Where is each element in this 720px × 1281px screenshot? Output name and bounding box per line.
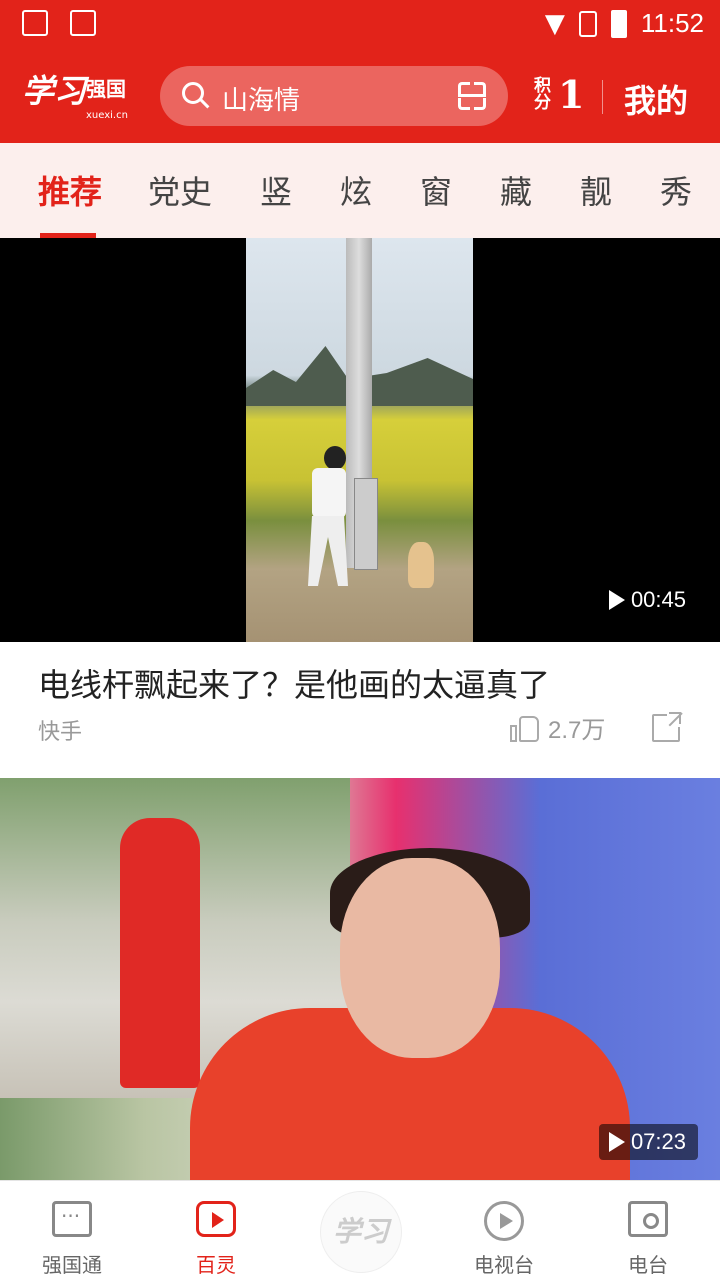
video-frame (246, 238, 473, 642)
search-icon (182, 82, 204, 104)
tab-show[interactable]: 秀 (660, 167, 692, 213)
nav-radio[interactable]: 电台 (588, 1181, 708, 1281)
nav-label: 百灵 (196, 1253, 236, 1277)
nav-qiangguotong[interactable]: 强国通 (12, 1181, 132, 1281)
points-value: 1 (558, 72, 585, 117)
video-play-icon (196, 1201, 236, 1237)
app-notification-icon (70, 10, 96, 36)
play-icon (608, 1132, 625, 1152)
nav-label: 强国通 (42, 1253, 102, 1277)
video-title[interactable]: 电线杆飘起来了？是他画的太逼真了 (38, 660, 550, 706)
nav-tv[interactable]: 电视台 (444, 1181, 564, 1281)
duration-badge: 07:23 (598, 1124, 698, 1160)
scan-icon[interactable] (458, 82, 486, 110)
tab-party-history[interactable]: 党史 (148, 167, 212, 213)
bottom-navigation: 强国通 百灵 学习 电视台 电台 (0, 1180, 720, 1281)
no-sim-icon (578, 10, 597, 37)
mine-button[interactable]: 我的 (624, 76, 688, 122)
search-placeholder: 山海情 (222, 86, 301, 116)
status-bar: ▼ 11:52 (0, 0, 720, 50)
video-thumbnail-2[interactable]: 07:23 (0, 778, 720, 1180)
nav-bailing[interactable]: 百灵 (156, 1181, 276, 1281)
app-header: 学习强国 xuexi.cn 山海情 积分 1 我的 (0, 50, 720, 143)
category-tabs: 推荐 党史 竖 炫 窗 藏 靓 秀 (0, 143, 720, 238)
thumbs-up-icon (510, 713, 540, 743)
points-button[interactable]: 积分 1 (534, 72, 584, 117)
search-bar[interactable]: 山海情 (160, 66, 508, 126)
tab-beauty[interactable]: 靓 (580, 167, 612, 213)
radio-icon (628, 1201, 668, 1237)
tab-vertical[interactable]: 竖 (260, 167, 292, 213)
duration-badge: 00:45 (598, 582, 698, 618)
duration-text: 07:23 (630, 1129, 686, 1154)
video-source: 快手 (38, 720, 83, 745)
gallery-notification-icon (22, 10, 48, 36)
points-label: 积分 (534, 75, 551, 113)
battery-icon (610, 9, 627, 38)
xuexi-logo-icon[interactable]: 学习 (320, 1191, 402, 1273)
tab-window[interactable]: 窗 (420, 167, 452, 213)
chat-icon (52, 1201, 92, 1237)
like-button[interactable]: 2.7万 (510, 710, 605, 745)
video-thumbnail-1[interactable]: 00:45 (0, 238, 720, 642)
tv-play-icon (484, 1201, 524, 1241)
tab-cool[interactable]: 炫 (340, 167, 372, 213)
play-icon (608, 590, 625, 610)
xuexi-logo[interactable]: 学习强国 xuexi.cn (22, 66, 128, 121)
logo-subtext: xuexi.cn (86, 110, 128, 121)
logo-text: 学习 (22, 72, 87, 110)
nav-label: 电视台 (474, 1253, 534, 1277)
logo-suffix: 强国 (86, 77, 127, 101)
tab-collection[interactable]: 藏 (500, 167, 532, 213)
wifi-icon: ▼ (544, 8, 565, 39)
tab-recommend[interactable]: 推荐 (38, 167, 102, 213)
header-divider (602, 80, 603, 114)
nav-label: 电台 (628, 1253, 668, 1277)
clock: 11:52 (640, 8, 704, 38)
share-icon[interactable] (652, 712, 683, 742)
like-count: 2.7万 (548, 717, 606, 744)
duration-text: 00:45 (630, 587, 686, 612)
